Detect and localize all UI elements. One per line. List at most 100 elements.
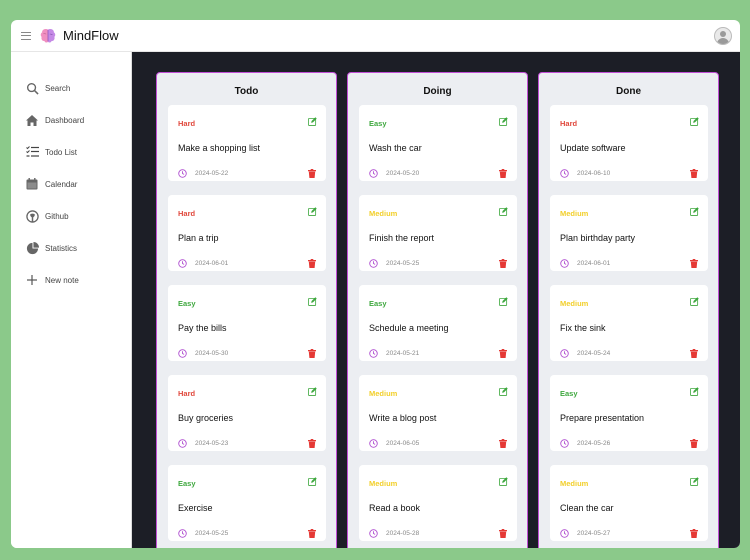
task-card[interactable]: Hard Make a shopping list 2024-05-22 <box>168 105 326 181</box>
due-date: 2024-05-21 <box>386 350 420 357</box>
home-icon <box>25 113 39 127</box>
sidebar-item-calendar[interactable]: Calendar <box>11 168 131 200</box>
edit-icon[interactable] <box>499 117 508 126</box>
due-date: 2024-05-23 <box>195 440 229 447</box>
task-card[interactable]: Easy Prepare presentation 2024-05-26 <box>550 375 708 451</box>
task-title: Clean the car <box>560 503 614 513</box>
difficulty-badge: Easy <box>560 389 578 398</box>
trash-icon[interactable] <box>308 529 316 538</box>
due-date: 2024-05-26 <box>577 440 611 447</box>
edit-icon[interactable] <box>690 207 699 216</box>
column-title: Todo <box>234 86 259 97</box>
column-doing[interactable]: Doing Easy Wash the car 2024-05-20 Mediu… <box>347 72 528 548</box>
pie-chart-icon <box>25 241 39 255</box>
trash-icon[interactable] <box>499 169 507 178</box>
edit-icon[interactable] <box>308 117 317 126</box>
due-date: 2024-06-01 <box>195 260 229 267</box>
difficulty-badge: Easy <box>178 479 196 488</box>
task-card[interactable]: Easy Exercise 2024-05-25 <box>168 465 326 541</box>
trash-icon[interactable] <box>690 529 698 538</box>
task-card[interactable]: Medium Read a book 2024-05-28 <box>359 465 517 541</box>
due-date: 2024-05-24 <box>577 350 611 357</box>
trash-icon[interactable] <box>308 169 316 178</box>
task-card[interactable]: Easy Wash the car 2024-05-20 <box>359 105 517 181</box>
task-card[interactable]: Medium Clean the car 2024-05-27 <box>550 465 708 541</box>
edit-icon[interactable] <box>499 297 508 306</box>
difficulty-badge: Hard <box>178 389 196 398</box>
difficulty-badge: Hard <box>560 119 578 128</box>
trash-icon[interactable] <box>308 259 316 268</box>
trash-icon[interactable] <box>499 259 507 268</box>
sidebar-item-label: Github <box>45 211 69 221</box>
difficulty-badge: Easy <box>369 119 387 128</box>
search-icon <box>25 81 39 95</box>
column-done[interactable]: Done Hard Update software 2024-06-10 Med… <box>538 72 719 548</box>
task-title: Write a blog post <box>369 413 437 423</box>
due-date: 2024-06-01 <box>577 260 611 267</box>
clock-icon <box>369 439 378 448</box>
task-title: Make a shopping list <box>178 143 261 153</box>
clock-icon <box>178 529 187 538</box>
app-title: MindFlow <box>63 28 119 43</box>
hamburger-menu-icon[interactable] <box>21 31 31 40</box>
edit-icon[interactable] <box>499 477 508 486</box>
trash-icon[interactable] <box>499 439 507 448</box>
clock-icon <box>178 349 187 358</box>
trash-icon[interactable] <box>499 529 507 538</box>
edit-icon[interactable] <box>499 207 508 216</box>
clock-icon <box>560 439 569 448</box>
task-title: Fix the sink <box>560 323 606 333</box>
due-date: 2024-05-20 <box>386 170 420 177</box>
due-date: 2024-06-05 <box>386 440 420 447</box>
difficulty-badge: Medium <box>560 479 589 488</box>
due-date: 2024-05-27 <box>577 530 611 537</box>
column-todo[interactable]: Todo Hard Make a shopping list 2024-05-2… <box>156 72 337 548</box>
user-avatar-icon[interactable] <box>714 27 732 45</box>
trash-icon[interactable] <box>308 439 316 448</box>
sidebar-item-new-note[interactable]: New note <box>11 264 131 296</box>
task-card[interactable]: Medium Plan birthday party 2024-06-01 <box>550 195 708 271</box>
edit-icon[interactable] <box>499 387 508 396</box>
edit-icon[interactable] <box>690 387 699 396</box>
clock-icon <box>178 259 187 268</box>
due-date: 2024-05-25 <box>195 530 229 537</box>
due-date: 2024-05-25 <box>386 260 420 267</box>
trash-icon[interactable] <box>690 439 698 448</box>
task-card[interactable]: Medium Finish the report 2024-05-25 <box>359 195 517 271</box>
task-card[interactable]: Hard Update software 2024-06-10 <box>550 105 708 181</box>
edit-icon[interactable] <box>308 297 317 306</box>
edit-icon[interactable] <box>308 387 317 396</box>
sidebar-item-label: Todo List <box>45 147 78 157</box>
sidebar-item-todo-list[interactable]: Todo List <box>11 136 131 168</box>
edit-icon[interactable] <box>308 207 317 216</box>
task-card[interactable]: Hard Buy groceries 2024-05-23 <box>168 375 326 451</box>
task-card[interactable]: Easy Schedule a meeting 2024-05-21 <box>359 285 517 361</box>
task-card[interactable]: Easy Pay the bills 2024-05-30 <box>168 285 326 361</box>
trash-icon[interactable] <box>690 259 698 268</box>
edit-icon[interactable] <box>308 477 317 486</box>
task-card[interactable]: Medium Fix the sink 2024-05-24 <box>550 285 708 361</box>
task-card[interactable]: Hard Plan a trip 2024-06-01 <box>168 195 326 271</box>
checklist-icon <box>25 145 39 159</box>
sidebar-item-label: New note <box>45 275 79 285</box>
edit-icon[interactable] <box>690 477 699 486</box>
edit-icon[interactable] <box>690 117 699 126</box>
calendar-icon <box>25 177 39 191</box>
sidebar-item-dashboard[interactable]: Dashboard <box>11 104 131 136</box>
top-bar: MindFlow <box>11 20 740 52</box>
task-title: Buy groceries <box>178 413 234 423</box>
task-title: Update software <box>560 143 626 153</box>
sidebar-item-search[interactable]: Search <box>11 72 131 104</box>
task-card[interactable]: Medium Write a blog post 2024-06-05 <box>359 375 517 451</box>
difficulty-badge: Medium <box>369 389 398 398</box>
difficulty-badge: Medium <box>560 299 589 308</box>
sidebar-item-statistics[interactable]: Statistics <box>11 232 131 264</box>
trash-icon[interactable] <box>499 349 507 358</box>
edit-icon[interactable] <box>690 297 699 306</box>
trash-icon[interactable] <box>690 169 698 178</box>
trash-icon[interactable] <box>690 349 698 358</box>
clock-icon <box>369 169 378 178</box>
trash-icon[interactable] <box>308 349 316 358</box>
sidebar-item-github[interactable]: Github <box>11 200 131 232</box>
github-icon <box>25 209 39 223</box>
